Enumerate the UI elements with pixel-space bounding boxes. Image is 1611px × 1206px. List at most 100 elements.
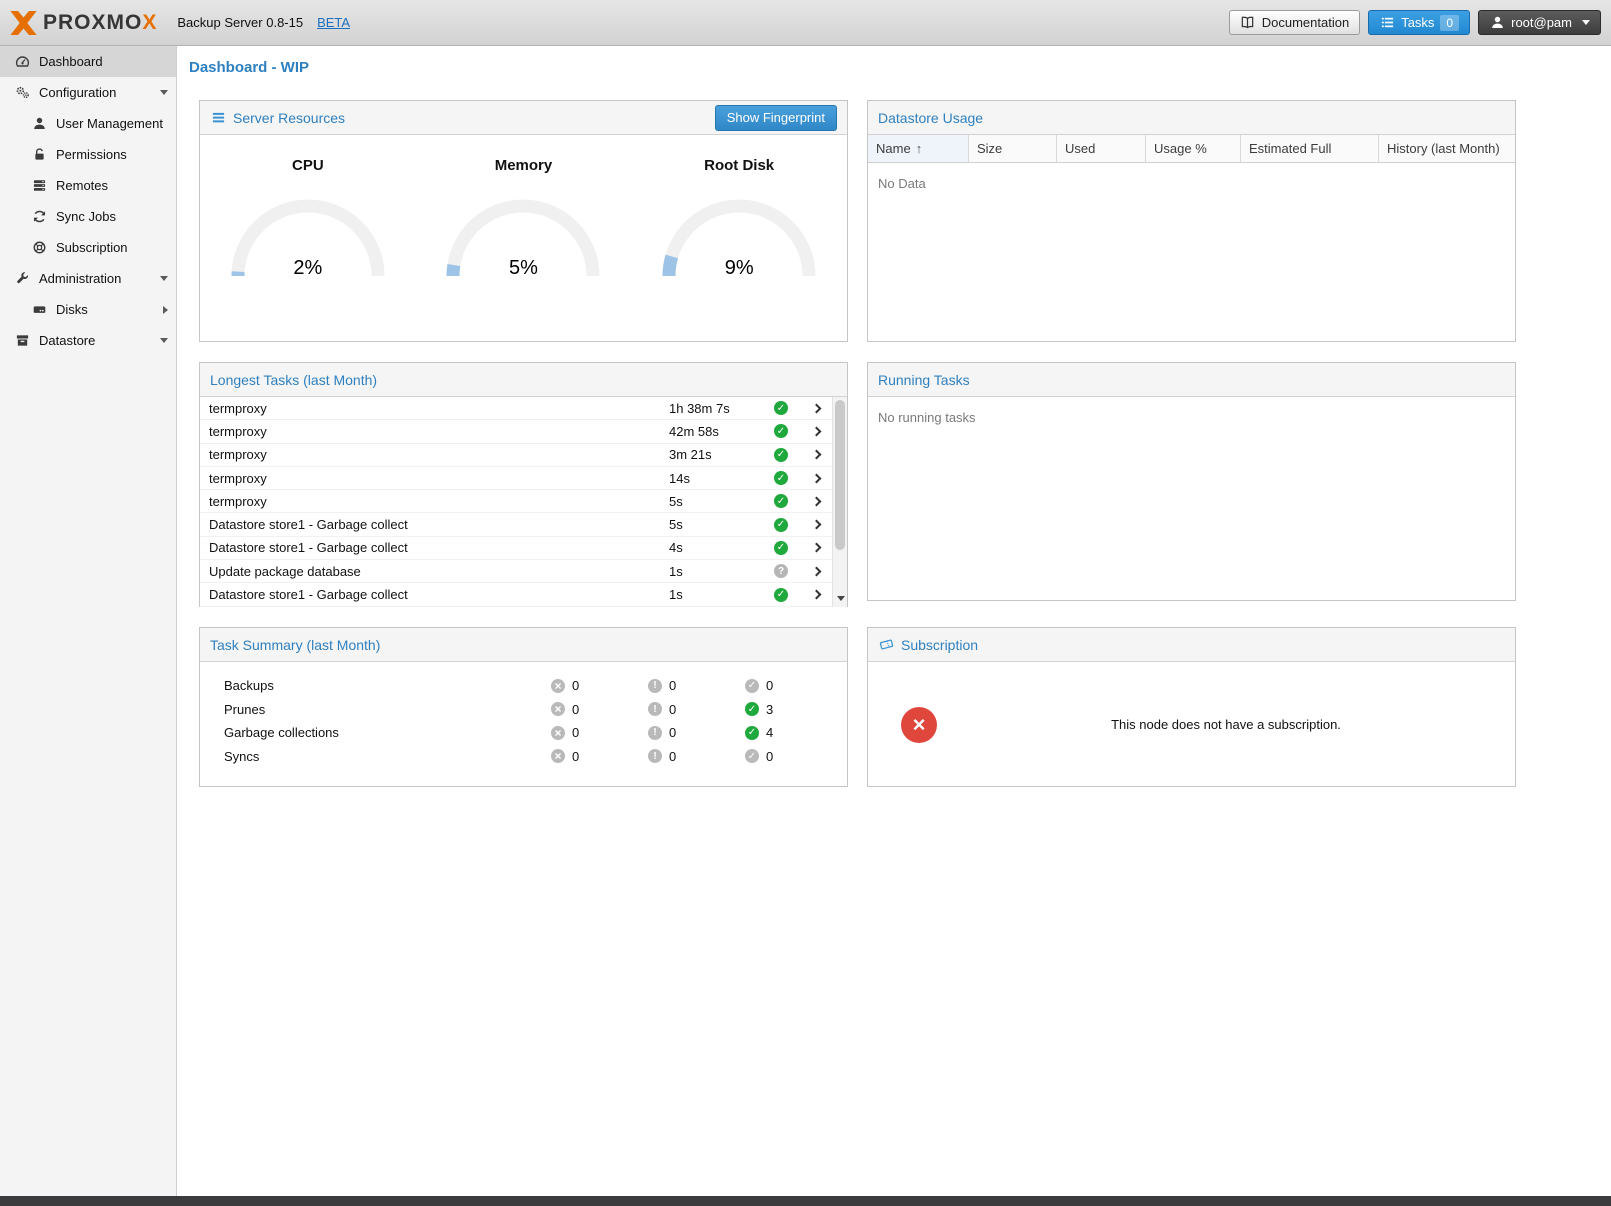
server-icon (31, 178, 47, 194)
chevron-right-icon[interactable] (812, 520, 822, 530)
task-summary-header: Task Summary (last Month) (200, 628, 847, 662)
warning-count: 0 (669, 725, 676, 740)
sidebar-item-datastore[interactable]: Datastore (0, 325, 176, 356)
chevron-down-icon[interactable] (160, 276, 168, 281)
task-name: Datastore store1 - Garbage collect (209, 517, 669, 532)
task-summary-panel: Task Summary (last Month) Backups 0 0 0 … (199, 627, 848, 787)
cogs-icon (14, 85, 30, 101)
user-menu-button[interactable]: root@pam (1478, 10, 1601, 35)
task-row[interactable]: termproxy 3m 21s (200, 444, 847, 467)
error-count-icon (551, 702, 565, 716)
chevron-right-icon[interactable] (163, 306, 168, 314)
sidebar-item-dashboard[interactable]: Dashboard (0, 46, 176, 77)
documentation-label: Documentation (1262, 15, 1349, 30)
gauge-value: 2% (223, 257, 393, 280)
task-name: termproxy (209, 401, 669, 416)
column-header-used[interactable]: Used (1057, 135, 1146, 162)
warning-count-icon (648, 726, 662, 740)
sidebar-item-label: Dashboard (39, 54, 103, 69)
task-status-icon (774, 471, 788, 485)
chevron-down-icon[interactable] (160, 90, 168, 95)
sidebar-item-disks[interactable]: Disks (0, 294, 176, 325)
task-name: Datastore store1 - Garbage collect (209, 587, 669, 602)
task-duration: 14s (669, 471, 774, 486)
summary-label: Backups (224, 678, 551, 693)
user-icon (31, 116, 47, 132)
task-status-icon (774, 564, 788, 578)
column-header-history[interactable]: History (last Month) (1379, 135, 1515, 162)
sidebar-item-remotes[interactable]: Remotes (0, 170, 176, 201)
documentation-button[interactable]: Documentation (1229, 10, 1360, 35)
task-row[interactable]: Datastore store1 - Garbage collect 4s (200, 537, 847, 560)
summary-row: Garbage collections 0 0 4 (224, 721, 847, 745)
summary-row: Prunes 0 0 3 (224, 698, 847, 722)
task-row[interactable]: termproxy 14s (200, 467, 847, 490)
task-name: Update package database (209, 564, 669, 579)
error-count-icon (551, 679, 565, 693)
summary-label: Syncs (224, 749, 551, 764)
task-name: termproxy (209, 447, 669, 462)
task-status-icon (774, 401, 788, 415)
chevron-right-icon[interactable] (812, 403, 822, 413)
error-count-icon (551, 749, 565, 763)
brand-text: PROXMOX (43, 11, 157, 35)
task-duration: 42m 58s (669, 424, 774, 439)
sidebar-item-sync-jobs[interactable]: Sync Jobs (0, 201, 176, 232)
sidebar-item-label: Sync Jobs (56, 209, 116, 224)
sidebar-item-permissions[interactable]: Permissions (0, 139, 176, 170)
top-bar: PROXMOX Backup Server 0.8-15 BETA Docume… (0, 0, 1611, 46)
task-row[interactable]: termproxy 42m 58s (200, 420, 847, 443)
gauges-area: CPU 2% Memory (200, 135, 847, 280)
chevron-right-icon[interactable] (812, 426, 822, 436)
task-row[interactable]: Datastore store1 - Garbage collect 5s (200, 513, 847, 536)
task-name: termproxy (209, 471, 669, 486)
task-row[interactable]: termproxy 1h 38m 7s (200, 397, 847, 420)
column-header-size[interactable]: Size (969, 135, 1057, 162)
task-row[interactable]: termproxy 5s (200, 490, 847, 513)
sidebar-item-administration[interactable]: Administration (0, 263, 176, 294)
column-header-estimated-full[interactable]: Estimated Full (1241, 135, 1379, 162)
show-fingerprint-button[interactable]: Show Fingerprint (715, 105, 837, 131)
chevron-right-icon[interactable] (812, 473, 822, 483)
main-content: Dashboard - WIP Server Resources Show Fi… (177, 46, 1611, 1196)
task-status-icon (774, 448, 788, 462)
chevron-down-icon[interactable] (160, 338, 168, 343)
panel-title: Datastore Usage (878, 110, 983, 126)
sidebar-item-subscription[interactable]: Subscription (0, 232, 176, 263)
scroll-down-arrow[interactable] (833, 591, 847, 605)
beta-link[interactable]: BETA (317, 15, 350, 30)
sidebar-item-configuration[interactable]: Configuration (0, 77, 176, 108)
wrench-icon (14, 271, 30, 287)
refresh-icon (31, 209, 47, 225)
column-label: Size (977, 141, 1002, 156)
no-running-tasks-text: No running tasks (868, 397, 1515, 438)
scrollbar-thumb[interactable] (835, 400, 845, 550)
panel-title: Longest Tasks (last Month) (210, 372, 377, 388)
chevron-right-icon[interactable] (812, 543, 822, 553)
sidebar-item-user-management[interactable]: User Management (0, 108, 176, 139)
warning-count-icon (648, 679, 662, 693)
sidebar-item-label: Subscription (56, 240, 128, 255)
task-name: termproxy (209, 494, 669, 509)
tasks-button[interactable]: Tasks 0 (1368, 10, 1470, 35)
chevron-right-icon[interactable] (812, 450, 822, 460)
chevron-right-icon[interactable] (812, 566, 822, 576)
chevron-right-icon[interactable] (812, 496, 822, 506)
version-text: Backup Server 0.8-15 (177, 15, 303, 30)
task-row[interactable]: Update package database 1s (200, 560, 847, 583)
chevron-right-icon[interactable] (812, 590, 822, 600)
column-header-usage-pct[interactable]: Usage % (1146, 135, 1241, 162)
ok-count: 0 (766, 749, 773, 764)
task-status-icon (774, 424, 788, 438)
summary-ok-icon (745, 679, 759, 693)
task-row[interactable]: Datastore store1 - Garbage collect 1s (200, 583, 847, 606)
scrollbar[interactable] (832, 397, 847, 607)
memory-gauge: Memory 5% (438, 157, 608, 280)
subscription-panel: Subscription × This node does not have a… (867, 627, 1516, 787)
longest-tasks-header: Longest Tasks (last Month) (200, 363, 847, 397)
task-duration: 5s (669, 517, 774, 532)
warning-count: 0 (669, 678, 676, 693)
running-tasks-panel: Running Tasks No running tasks (867, 362, 1516, 601)
column-header-name[interactable]: Name ↑ (868, 135, 969, 162)
subscription-body: × This node does not have a subscription… (868, 662, 1515, 787)
